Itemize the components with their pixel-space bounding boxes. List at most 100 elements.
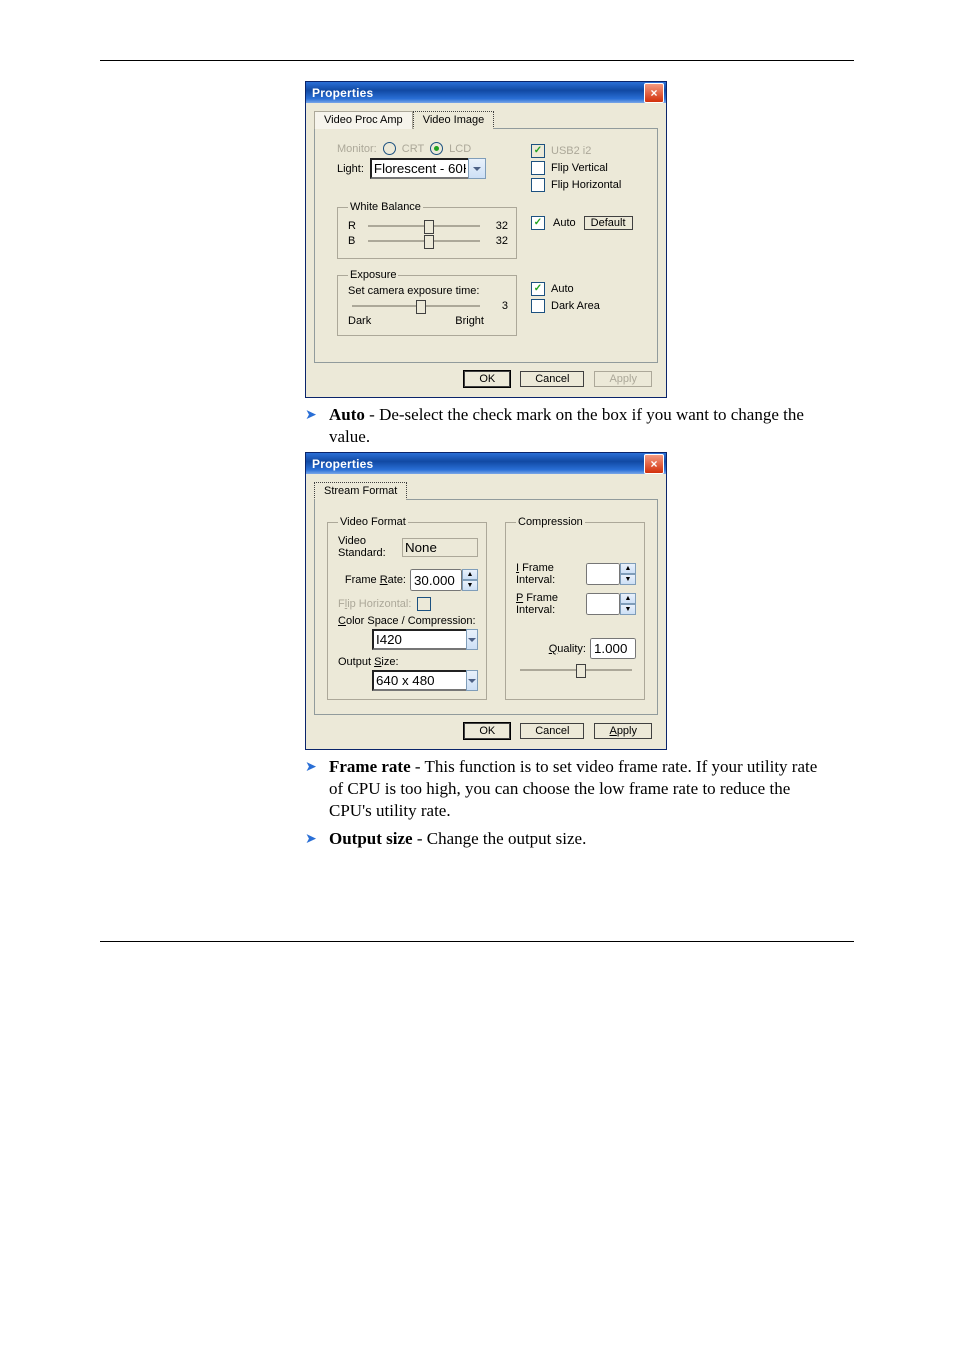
pframe-spinner[interactable]: ▲▼	[586, 593, 636, 615]
tab-video-proc-amp[interactable]: Video Proc Amp	[314, 111, 413, 129]
ok-button-2[interactable]: OK	[464, 723, 510, 739]
bullet-text: - Change the output size.	[413, 829, 587, 848]
bullet-icon: ➤	[305, 404, 329, 425]
spin-down-icon[interactable]: ▼	[620, 574, 636, 585]
b-label: B	[348, 235, 358, 247]
flip-vertical-label: Flip Vertical	[551, 162, 608, 174]
dark-label: Dark	[348, 315, 371, 327]
exposure-line: Set camera exposure time:	[348, 285, 508, 297]
quality-slider[interactable]	[520, 669, 632, 671]
chevron-down-icon[interactable]	[466, 629, 478, 650]
exp-auto-checkbox[interactable]	[531, 282, 545, 296]
quality-input[interactable]	[590, 638, 636, 659]
ok-button[interactable]: OK	[464, 371, 510, 387]
color-space-combo[interactable]	[372, 629, 478, 650]
dialog-title: Properties	[312, 86, 373, 100]
close-icon[interactable]: ×	[644, 83, 664, 103]
iframe-label: I Frame Interval:	[516, 562, 582, 586]
output-size-combo[interactable]	[372, 670, 478, 691]
crt-label: CRT	[402, 143, 424, 155]
exp-auto-label: Auto	[551, 283, 574, 295]
titlebar[interactable]: Properties ×	[306, 82, 666, 103]
bullet-frame-rate: ➤ Frame rate - This function is to set v…	[305, 756, 825, 822]
frame-rate-label: Frame Rate:	[345, 574, 406, 586]
wb-auto-checkbox[interactable]	[531, 216, 545, 230]
close-icon-2[interactable]: ×	[644, 454, 664, 474]
dialog-title-2: Properties	[312, 457, 373, 471]
apply-button-2[interactable]: Apply	[594, 723, 652, 739]
dark-area-checkbox[interactable]	[531, 299, 545, 313]
fliph-checkbox	[417, 597, 431, 611]
pframe-label: P Frame Interval:	[516, 592, 582, 616]
color-space-input[interactable]	[372, 629, 466, 650]
properties-dialog-video-image: Properties × Video Proc Amp Video Image …	[305, 81, 667, 398]
color-space-label: Color Space / Compression:	[338, 615, 478, 627]
chevron-down-icon[interactable]	[468, 158, 486, 179]
bullet-label: Auto	[329, 405, 365, 424]
r-slider[interactable]	[368, 225, 480, 227]
frame-rate-spinner[interactable]: ▲▼	[410, 569, 478, 591]
wb-auto-label: Auto	[553, 217, 576, 229]
spin-down-icon[interactable]: ▼	[462, 580, 478, 591]
radio-crt	[383, 142, 396, 155]
r-value: 32	[490, 220, 508, 232]
tab-stream-format[interactable]: Stream Format	[314, 482, 407, 500]
bullet-auto: ➤ Auto - De-select the check mark on the…	[305, 404, 825, 448]
tab-video-image[interactable]: Video Image	[413, 111, 495, 129]
bullet-label: Output size	[329, 829, 413, 848]
flip-horizontal-label: Flip Horizontal	[551, 179, 621, 191]
spin-up-icon[interactable]: ▲	[620, 563, 636, 574]
iframe-spinner[interactable]: ▲▼	[586, 563, 636, 585]
radio-lcd	[430, 142, 443, 155]
video-format-group: Video Format Video Standard: Frame Rate:…	[327, 516, 487, 700]
lcd-label: LCD	[449, 143, 471, 155]
exposure-slider[interactable]	[352, 305, 480, 307]
header-divider	[100, 60, 854, 61]
quality-label: Quality:	[549, 643, 586, 655]
exposure-legend: Exposure	[348, 269, 398, 281]
iframe-input[interactable]	[586, 563, 620, 585]
r-label: R	[348, 220, 358, 232]
usb2-label: USB2 i2	[551, 145, 591, 157]
cancel-button-2[interactable]: Cancel	[520, 723, 584, 739]
apply-button: Apply	[594, 371, 652, 387]
spin-up-icon[interactable]: ▲	[620, 593, 636, 604]
video-standard-value	[402, 538, 478, 557]
bullet-icon: ➤	[305, 828, 329, 849]
dark-area-label: Dark Area	[551, 300, 600, 312]
output-size-input[interactable]	[372, 670, 466, 691]
compression-group: Compression I Frame Interval: ▲▼ P Frame…	[505, 516, 645, 700]
light-combo[interactable]	[370, 158, 486, 179]
video-format-legend: Video Format	[338, 516, 408, 528]
light-input[interactable]	[370, 158, 468, 179]
frame-rate-input[interactable]	[410, 569, 462, 591]
footer-divider	[100, 941, 854, 942]
white-balance-legend: White Balance	[348, 201, 423, 213]
chevron-down-icon[interactable]	[466, 670, 478, 691]
pframe-input[interactable]	[586, 593, 620, 615]
bright-label: Bright	[455, 315, 484, 327]
properties-dialog-stream-format: Properties × Stream Format Video Format …	[305, 452, 667, 750]
titlebar-2[interactable]: Properties ×	[306, 453, 666, 474]
flip-horizontal-checkbox[interactable]	[531, 178, 545, 192]
exposure-value: 3	[490, 300, 508, 312]
video-standard-label: Video Standard:	[338, 535, 398, 559]
exposure-group: Exposure Set camera exposure time: 3 Dar…	[337, 269, 517, 336]
spin-down-icon[interactable]: ▼	[620, 604, 636, 615]
bullet-text: - De-select the check mark on the box if…	[329, 405, 804, 446]
white-balance-group: White Balance R 32 B 32	[337, 201, 517, 259]
bullet-label: Frame rate	[329, 757, 411, 776]
usb2-checkbox	[531, 144, 545, 158]
output-size-label: Output Size:	[338, 656, 478, 668]
b-slider[interactable]	[368, 240, 480, 242]
monitor-label: Monitor:	[337, 143, 377, 155]
spin-up-icon[interactable]: ▲	[462, 569, 478, 580]
default-button[interactable]: Default	[584, 216, 633, 230]
b-value: 32	[490, 235, 508, 247]
cancel-button[interactable]: Cancel	[520, 371, 584, 387]
light-label: Light:	[337, 163, 364, 175]
bullet-icon: ➤	[305, 756, 329, 777]
flip-vertical-checkbox[interactable]	[531, 161, 545, 175]
compression-legend: Compression	[516, 516, 585, 528]
fliph-label: Flip Horizontal:	[338, 598, 411, 610]
